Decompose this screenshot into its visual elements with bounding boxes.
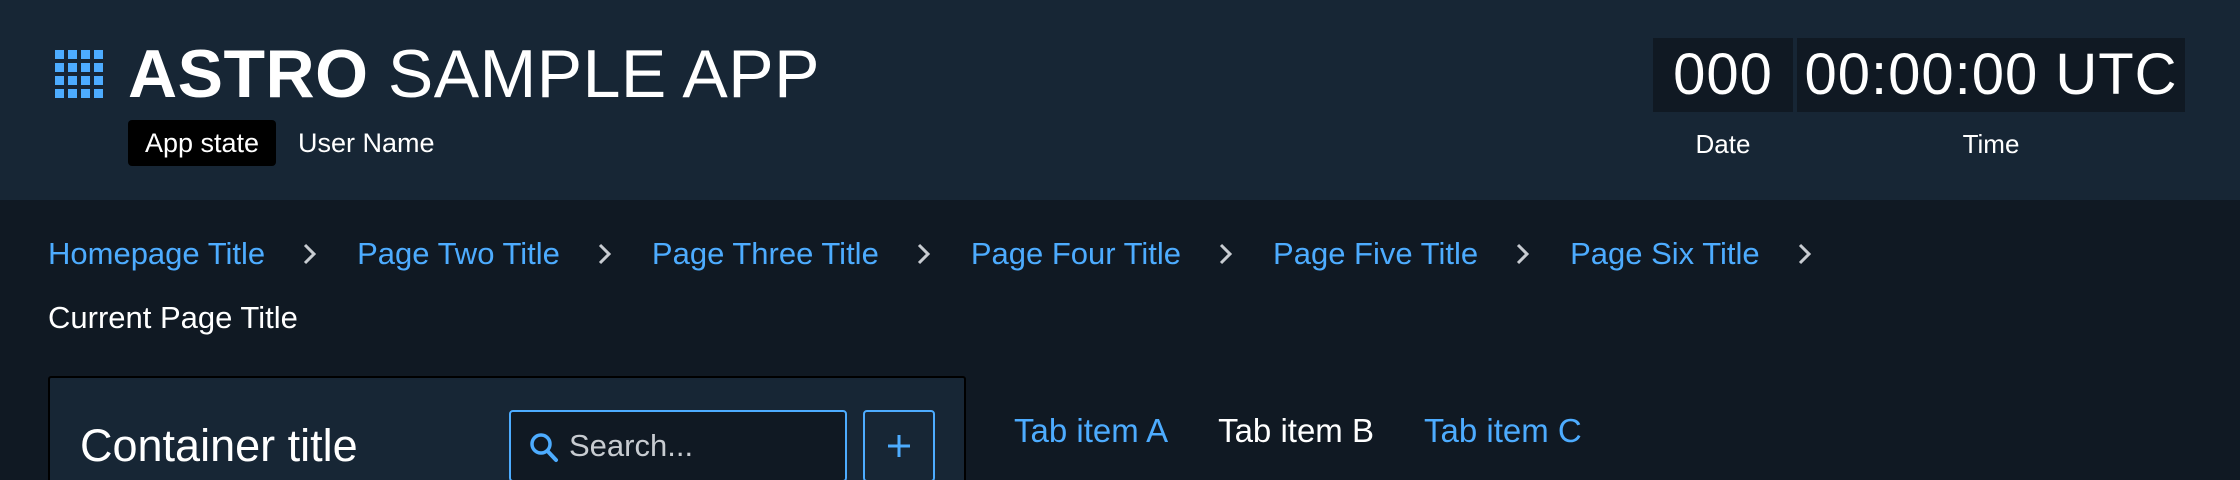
search-input[interactable] xyxy=(569,422,829,470)
chevron-right-icon xyxy=(265,232,357,276)
breadcrumb-link-page-three[interactable]: Page Three Title xyxy=(652,232,879,276)
container-panel: Container title xyxy=(48,376,966,480)
tab-bar: Tab item A Tab item B Tab item C xyxy=(1014,406,1632,456)
breadcrumb-link-page-five[interactable]: Page Five Title xyxy=(1273,232,1478,276)
breadcrumb-link-homepage[interactable]: Homepage Title xyxy=(48,232,265,276)
container-title: Container title xyxy=(80,420,358,471)
clock-date-value: 000 xyxy=(1653,38,1793,112)
app-title-bold: ASTRO xyxy=(128,36,369,112)
breadcrumb-link-page-six[interactable]: Page Six Title xyxy=(1570,232,1760,276)
global-status-bar: ASTRO SAMPLE APP App state User Name 000… xyxy=(0,0,2240,200)
clock-time-label: Time xyxy=(1962,129,2020,159)
grid-icon[interactable] xyxy=(55,50,103,98)
plus-icon xyxy=(888,435,910,457)
breadcrumb-current-page: Current Page Title xyxy=(48,300,298,335)
breadcrumb-link-page-two[interactable]: Page Two Title xyxy=(357,232,560,276)
clock-time-value: 00:00:00 UTC xyxy=(1797,38,2185,112)
clock-date-label: Date xyxy=(1695,129,1751,159)
tab-item-a[interactable]: Tab item A xyxy=(1014,406,1168,456)
tab-item-c[interactable]: Tab item C xyxy=(1424,406,1582,456)
chevron-right-icon xyxy=(1478,232,1570,276)
add-button[interactable] xyxy=(863,410,935,480)
breadcrumb: Homepage Title Page Two Title Page Three… xyxy=(48,232,1852,276)
search-field[interactable] xyxy=(509,410,847,480)
tab-item-b[interactable]: Tab item B xyxy=(1218,406,1374,456)
chevron-right-icon xyxy=(879,232,971,276)
breadcrumb-link-page-four[interactable]: Page Four Title xyxy=(971,232,1181,276)
app-state-badge: App state xyxy=(128,120,277,166)
chevron-right-icon xyxy=(1181,232,1273,276)
app-title: ASTRO SAMPLE APP xyxy=(128,30,820,118)
chevron-right-icon xyxy=(1760,232,1852,276)
user-name: User Name xyxy=(298,128,435,158)
chevron-right-icon xyxy=(560,232,652,276)
search-icon xyxy=(530,433,558,462)
app-title-light: SAMPLE APP xyxy=(387,36,820,112)
